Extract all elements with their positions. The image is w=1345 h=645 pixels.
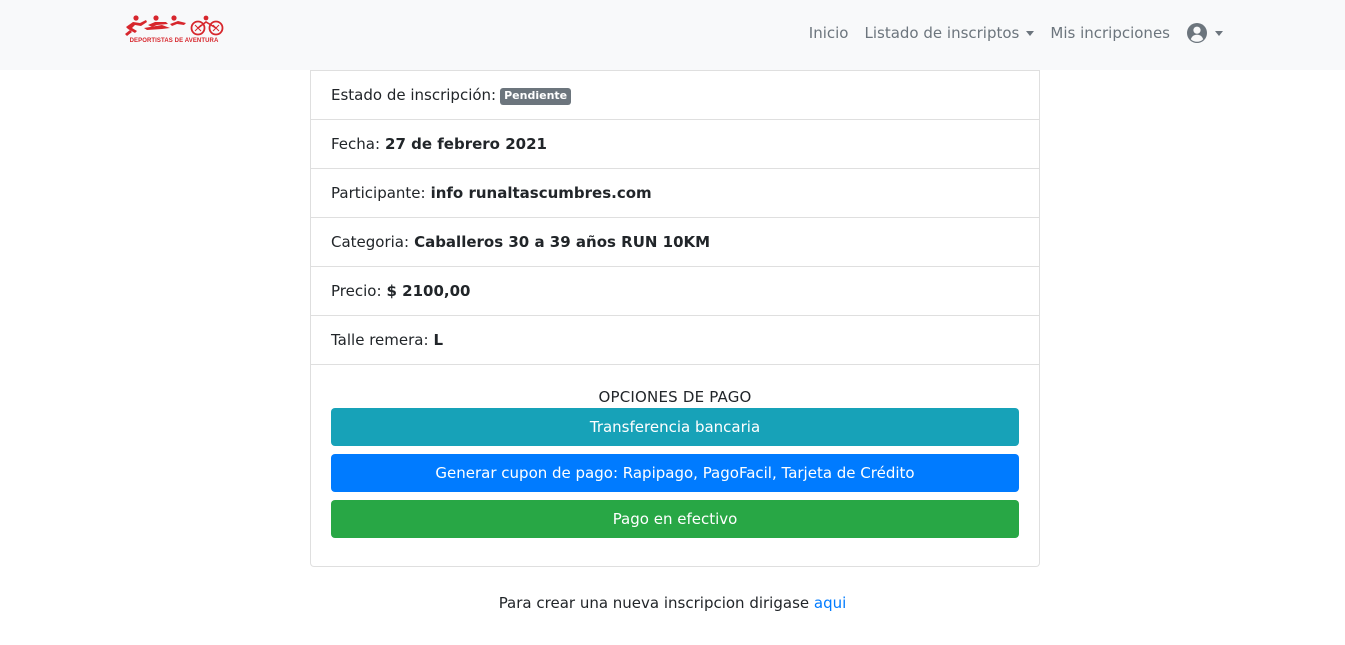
talle-value: L	[433, 331, 444, 349]
pago-efectivo-button[interactable]: Pago en efectivo	[331, 500, 1019, 538]
row-talle: Talle remera: L	[311, 316, 1039, 365]
categoria-value: Caballeros 30 a 39 años RUN 10KM	[414, 233, 711, 251]
nav-link-mis-inscripciones[interactable]: Mis incripciones	[1042, 24, 1178, 42]
estado-label: Estado de inscripción:	[331, 86, 497, 104]
fecha-label: Fecha:	[331, 135, 381, 153]
row-precio: Precio: $ 2100,00	[311, 267, 1039, 316]
transferencia-bancaria-button[interactable]: Transferencia bancaria	[331, 408, 1019, 446]
navbar: DEPORTISTAS DE AVENTURA Inicio Listado d…	[0, 0, 1345, 70]
generar-cupon-button[interactable]: Generar cupon de pago: Rapipago, PagoFac…	[331, 454, 1019, 492]
user-menu-dropdown[interactable]	[1178, 22, 1223, 44]
precio-value: $ 2100,00	[386, 282, 471, 300]
row-participante: Participante: info runaltascumbres.com	[311, 169, 1039, 218]
status-badge: Pendiente	[500, 87, 572, 105]
payment-options: OPCIONES DE PAGO Transferencia bancaria …	[311, 365, 1039, 538]
row-estado: Estado de inscripción: Pendiente	[311, 70, 1039, 120]
user-circle-icon	[1187, 23, 1207, 43]
caret-down-icon	[1026, 30, 1035, 36]
fecha-value: 27 de febrero 2021	[385, 135, 547, 153]
nav-link-listado-label: Listado de inscriptos	[864, 24, 1020, 42]
new-inscription-hint: Para crear una nueva inscripcion dirigas…	[0, 594, 1345, 612]
new-inscription-link[interactable]: aqui	[814, 594, 846, 612]
brand-logo[interactable]: DEPORTISTAS DE AVENTURA	[122, 14, 226, 48]
logo-runners-icon	[125, 15, 224, 36]
caret-down-icon	[1215, 30, 1223, 36]
categoria-label: Categoria:	[331, 233, 410, 251]
inscription-card: Estado de inscripción: Pendiente Fecha: …	[310, 70, 1040, 567]
participante-label: Participante:	[331, 184, 426, 202]
nav-link-listado-de-inscriptos[interactable]: Listado de inscriptos	[857, 24, 1043, 42]
nav-links: Inicio Listado de inscriptos Mis incripc…	[801, 20, 1223, 46]
talle-label: Talle remera:	[331, 331, 429, 349]
participante-value: info runaltascumbres.com	[430, 184, 652, 202]
logo-text: DEPORTISTAS DE AVENTURA	[129, 38, 219, 44]
payment-options-title: OPCIONES DE PAGO	[598, 388, 752, 406]
precio-label: Precio:	[331, 282, 382, 300]
row-categoria: Categoria: Caballeros 30 a 39 años RUN 1…	[311, 218, 1039, 267]
row-fecha: Fecha: 27 de febrero 2021	[311, 120, 1039, 169]
new-inscription-text: Para crear una nueva inscripcion dirigas…	[498, 594, 810, 612]
nav-link-inicio[interactable]: Inicio	[801, 24, 857, 42]
